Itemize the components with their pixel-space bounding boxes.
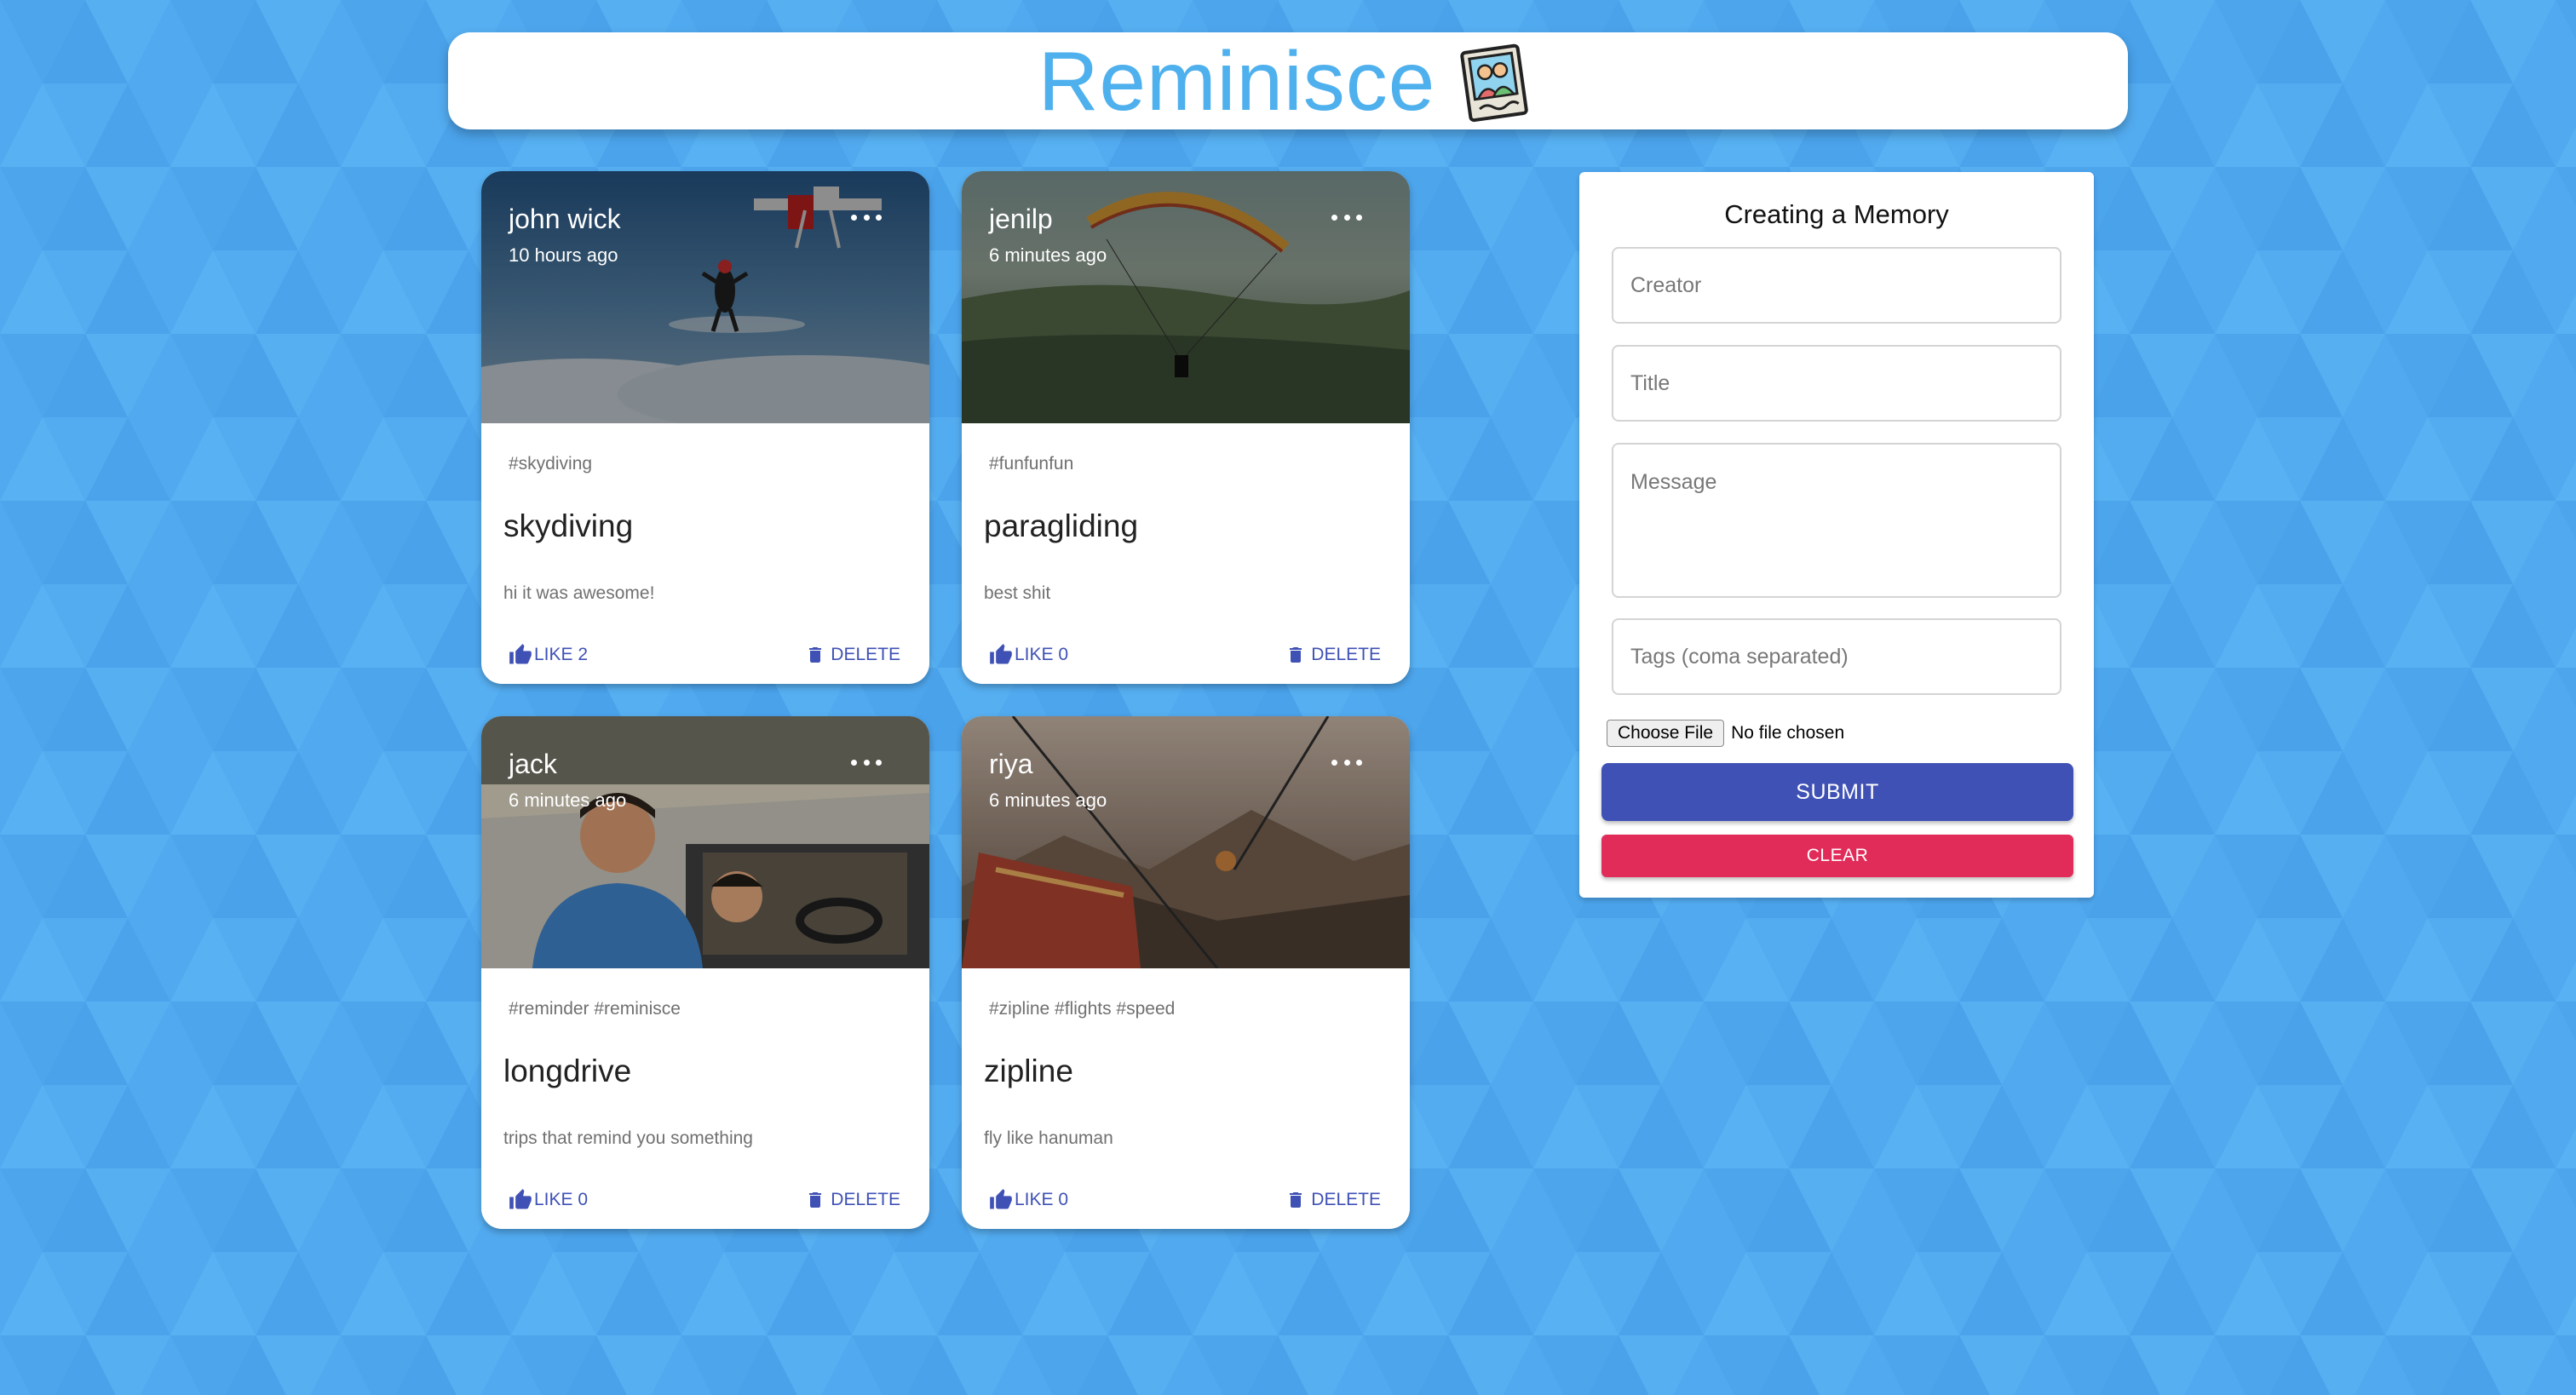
card-message: best shit xyxy=(984,583,1051,603)
photo-album-logo-icon xyxy=(1460,43,1528,123)
more-options-icon[interactable] xyxy=(851,209,882,226)
like-button[interactable]: LIKE 0 xyxy=(989,1183,1068,1217)
delete-label: DELETE xyxy=(1311,1190,1381,1209)
card-title: longdrive xyxy=(503,1053,632,1088)
thumb-up-icon xyxy=(509,644,532,664)
card-message: hi it was awesome! xyxy=(503,583,655,603)
thumb-up-icon xyxy=(990,1189,1012,1209)
app-title: Reminisce xyxy=(1038,34,1436,128)
like-button[interactable]: LIKE 0 xyxy=(509,1183,588,1217)
title-field[interactable] xyxy=(1612,345,2061,422)
more-options-icon[interactable] xyxy=(1331,209,1362,226)
submit-button[interactable]: SUBMIT xyxy=(1601,763,2073,821)
choose-file-button[interactable]: Choose File xyxy=(1607,720,1725,747)
trash-icon xyxy=(1290,1192,1302,1208)
file-input: Choose File No file chosen xyxy=(1607,718,1844,749)
form-heading: Creating a Memory xyxy=(1724,199,1949,229)
creator-field[interactable] xyxy=(1612,247,2061,324)
card-creator: john wick xyxy=(509,204,621,234)
like-label: LIKE 0 xyxy=(1015,645,1069,664)
card-creator: riya xyxy=(989,749,1033,779)
memory-card: jenilp 6 minutes ago #funfunfun paraglid… xyxy=(962,171,1410,684)
brand: Reminisce xyxy=(448,32,2128,129)
creator-input[interactable] xyxy=(1613,249,2060,322)
title-input[interactable] xyxy=(1613,347,2060,420)
card-timestamp: 6 minutes ago xyxy=(989,789,1107,811)
memory-card: riya 6 minutes ago #zipline #flights #sp… xyxy=(962,716,1410,1229)
card-timestamp: 10 hours ago xyxy=(509,244,618,266)
tags-field[interactable] xyxy=(1612,618,2061,695)
delete-button[interactable]: DELETE xyxy=(1285,638,1381,672)
trash-icon xyxy=(809,1192,822,1208)
file-status: No file chosen xyxy=(1731,723,1845,743)
tags-input[interactable] xyxy=(1613,620,2060,693)
card-creator: jenilp xyxy=(989,204,1053,234)
more-options-icon[interactable] xyxy=(851,754,882,771)
delete-label: DELETE xyxy=(1311,645,1381,664)
card-title: paragliding xyxy=(984,508,1139,543)
delete-label: DELETE xyxy=(831,645,900,664)
delete-button[interactable]: DELETE xyxy=(805,638,900,672)
card-message: fly like hanuman xyxy=(984,1128,1113,1148)
clear-button[interactable]: CLEAR xyxy=(1601,835,2073,877)
card-actions: LIKE 0 DELETE xyxy=(481,1183,929,1217)
trash-icon xyxy=(809,647,822,663)
memory-form: Creating a Memory Choose File No file ch… xyxy=(1579,172,2094,898)
message-field[interactable] xyxy=(1612,443,2061,598)
trash-icon xyxy=(1290,647,1302,663)
card-actions: LIKE 0 DELETE xyxy=(962,638,1410,672)
card-timestamp: 6 minutes ago xyxy=(509,789,627,811)
delete-button[interactable]: DELETE xyxy=(805,1183,900,1217)
app-bar: Reminisce xyxy=(448,32,2128,129)
card-tags: #reminder #reminisce xyxy=(509,999,681,1019)
like-label: LIKE 0 xyxy=(1015,1190,1069,1209)
like-button[interactable]: LIKE 0 xyxy=(989,638,1068,672)
like-label: LIKE 2 xyxy=(534,645,589,664)
delete-label: DELETE xyxy=(831,1190,900,1209)
card-tags: #zipline #flights #speed xyxy=(989,999,1176,1019)
card-actions: LIKE 0 DELETE xyxy=(962,1183,1410,1217)
card-title: zipline xyxy=(984,1053,1073,1088)
memory-card: john wick 10 hours ago #skydiving skydiv… xyxy=(481,171,929,684)
card-timestamp: 6 minutes ago xyxy=(989,244,1107,266)
card-tags: #funfunfun xyxy=(989,454,1074,474)
like-button[interactable]: LIKE 2 xyxy=(509,638,588,672)
card-message: trips that remind you something xyxy=(503,1128,753,1148)
more-options-icon[interactable] xyxy=(1331,754,1362,771)
delete-button[interactable]: DELETE xyxy=(1285,1183,1381,1217)
card-creator: jack xyxy=(509,749,557,779)
card-title: skydiving xyxy=(503,508,634,543)
thumb-up-icon xyxy=(990,644,1012,664)
message-input[interactable] xyxy=(1613,445,2060,596)
thumb-up-icon xyxy=(509,1189,532,1209)
like-label: LIKE 0 xyxy=(534,1190,589,1209)
card-actions: LIKE 2 DELETE xyxy=(481,638,929,672)
memory-card: jack 6 minutes ago #reminder #reminisce … xyxy=(481,716,929,1229)
card-tags: #skydiving xyxy=(509,454,593,474)
